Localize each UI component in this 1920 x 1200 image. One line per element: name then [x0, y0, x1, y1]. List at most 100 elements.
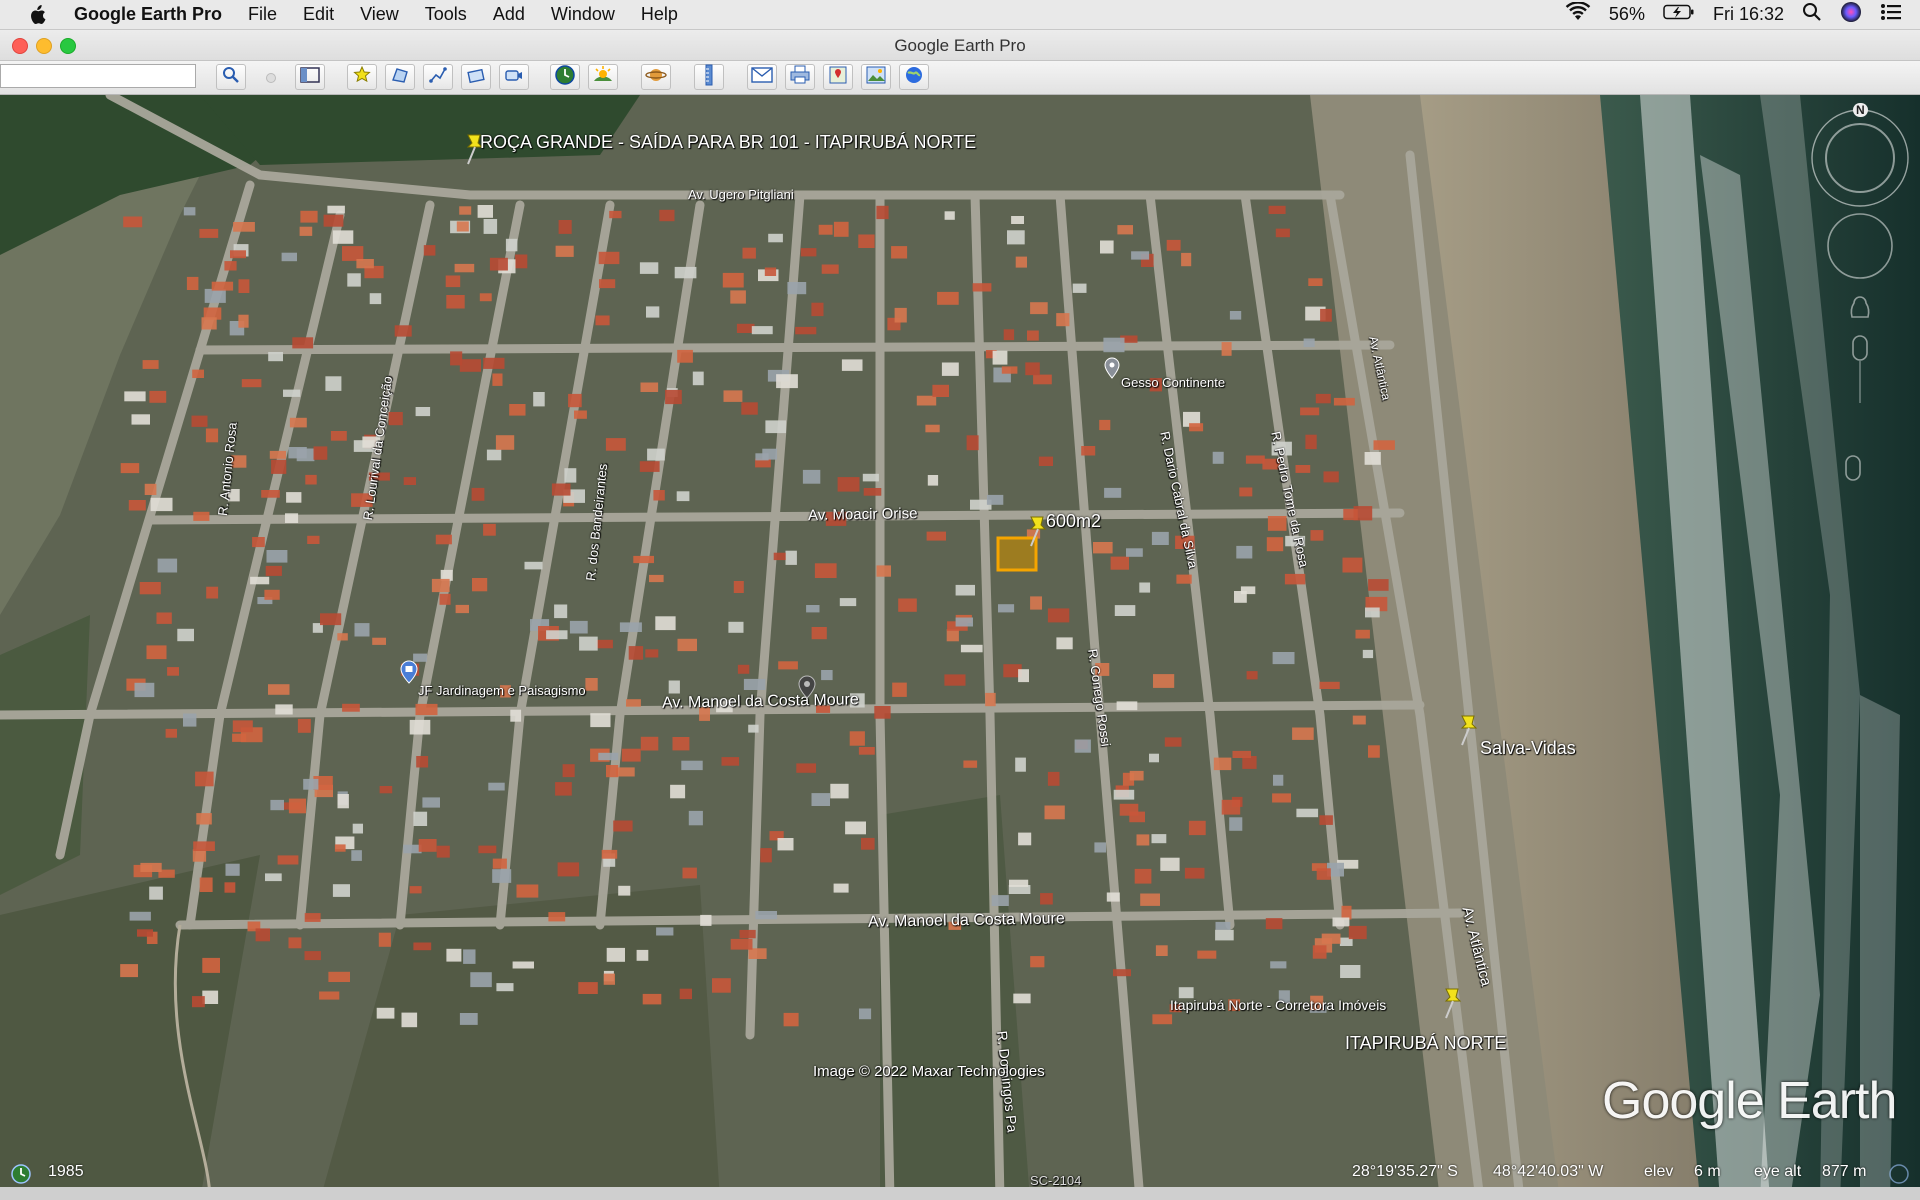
house-rooftop [777, 838, 794, 851]
house-rooftop [193, 841, 215, 851]
clock[interactable]: Fri 16:32 [1713, 4, 1784, 25]
house-rooftop [751, 326, 773, 335]
window-title-bar[interactable]: Google Earth Pro [0, 30, 1920, 61]
poi-label-corretora[interactable]: Itapirubá Norte - Corretora Imóveis [1170, 997, 1386, 1013]
house-rooftop [356, 259, 374, 269]
house-rooftop [1126, 548, 1143, 557]
house-rooftop [721, 757, 740, 766]
menu-file[interactable]: File [248, 4, 277, 25]
menu-help[interactable]: Help [641, 4, 678, 25]
house-rooftop [555, 245, 574, 257]
wifi-icon[interactable] [1565, 1, 1591, 27]
house-rooftop [645, 649, 659, 658]
add-polygon-button[interactable] [385, 64, 415, 90]
poi-shop-icon[interactable] [400, 660, 418, 689]
poi-label-jf[interactable]: JF Jardinagem e Paisagismo [418, 683, 586, 698]
house-rooftop [268, 352, 283, 362]
house-rooftop [488, 782, 505, 791]
zoom-out-icon[interactable] [1838, 455, 1868, 485]
house-rooftop [478, 845, 497, 854]
house-rooftop [413, 811, 428, 826]
street-view-pegman-icon[interactable] [1850, 296, 1870, 318]
sidebar-toggle-button[interactable] [295, 64, 325, 90]
siri-icon[interactable] [1840, 1, 1862, 28]
house-rooftop [682, 867, 697, 879]
add-placemark-button[interactable] [347, 64, 377, 90]
house-rooftop [1104, 487, 1122, 498]
view-in-maps-button[interactable] [823, 64, 853, 90]
app-menu[interactable]: Google Earth Pro [74, 4, 222, 25]
house-rooftop [120, 463, 140, 474]
email-button[interactable] [747, 64, 777, 90]
look-joystick[interactable] [1827, 213, 1893, 279]
poi-pin-icon[interactable] [1104, 357, 1120, 384]
search-options-icon[interactable] [266, 73, 276, 83]
map-view[interactable]: ROÇA GRANDE - SAÍDA PARA BR 101 - ITAPIR… [0, 95, 1920, 1200]
house-rooftop [679, 988, 692, 1000]
google-earth-web-button[interactable] [899, 64, 929, 90]
record-tour-button[interactable] [499, 64, 529, 90]
historical-imagery-button[interactable] [550, 64, 580, 90]
house-rooftop [422, 797, 440, 808]
house-rooftop [372, 637, 386, 645]
house-rooftop [297, 718, 311, 733]
house-rooftop [1119, 803, 1139, 816]
historical-imagery-icon[interactable] [10, 1163, 32, 1190]
placemark-label-lot[interactable]: 600m2 [1046, 511, 1101, 532]
navigation-controls[interactable] [1810, 103, 1910, 408]
house-rooftop [839, 598, 857, 607]
house-rooftop [712, 978, 731, 993]
planets-button[interactable] [641, 64, 671, 90]
print-button[interactable] [785, 64, 815, 90]
house-rooftop [796, 763, 816, 773]
house-rooftop [261, 490, 280, 498]
menu-add[interactable]: Add [493, 4, 525, 25]
house-rooftop [1265, 918, 1283, 930]
status-globe-icon [1888, 1163, 1910, 1190]
compass-north-label[interactable]: N [1853, 103, 1868, 117]
house-rooftop [1365, 607, 1380, 618]
house-rooftop [818, 224, 833, 235]
house-rooftop [1011, 216, 1024, 224]
house-rooftop [492, 869, 512, 883]
menu-view[interactable]: View [360, 4, 399, 25]
control-center-icon[interactable] [1880, 3, 1902, 26]
house-rooftop [730, 938, 753, 950]
sunlight-button[interactable] [588, 64, 618, 90]
battery-icon[interactable] [1663, 4, 1695, 25]
poi-label-gesso[interactable]: Gesso Continente [1121, 375, 1225, 390]
house-rooftop [1074, 739, 1091, 753]
house-rooftop [269, 450, 286, 459]
save-image-button[interactable] [861, 64, 891, 90]
add-path-button[interactable] [423, 64, 453, 90]
placemark-pin-itapiruba-norte[interactable] [1440, 985, 1466, 1019]
house-rooftop [1236, 545, 1253, 559]
apple-icon[interactable] [26, 4, 48, 26]
house-rooftop [963, 760, 978, 768]
placemark-pin-salva-vidas[interactable] [1456, 712, 1482, 746]
house-rooftop [568, 393, 582, 408]
map-pin-icon [828, 65, 848, 90]
placemark-label-itapiruba-norte[interactable]: ITAPIRUBÁ NORTE [1345, 1033, 1506, 1054]
spotlight-icon[interactable] [1802, 2, 1822, 27]
menu-edit[interactable]: Edit [303, 4, 334, 25]
menu-window[interactable]: Window [551, 4, 615, 25]
ruler-button[interactable] [694, 64, 724, 90]
house-rooftop [728, 621, 744, 633]
poi-pin-icon[interactable] [798, 675, 816, 704]
add-image-overlay-button[interactable] [461, 64, 491, 90]
placemark-label-roca-grande[interactable]: ROÇA GRANDE - SAÍDA PARA BR 101 - ITAPIR… [480, 132, 976, 153]
house-rooftop [1129, 770, 1144, 781]
search-button[interactable] [216, 64, 246, 90]
house-rooftop [1348, 925, 1367, 940]
placemark-label-salva-vidas[interactable]: Salva-Vidas [1480, 738, 1576, 759]
street-label: Av. Ugero Pitgliani [688, 187, 794, 202]
house-rooftop [1197, 950, 1217, 959]
house-rooftop [509, 404, 526, 416]
house-rooftop [639, 461, 660, 472]
zoom-in-icon[interactable] [1852, 335, 1868, 361]
menu-tools[interactable]: Tools [425, 4, 467, 25]
search-input[interactable] [0, 64, 196, 88]
satellite-imagery[interactable] [0, 95, 1920, 1200]
clock-globe-icon [554, 64, 576, 91]
